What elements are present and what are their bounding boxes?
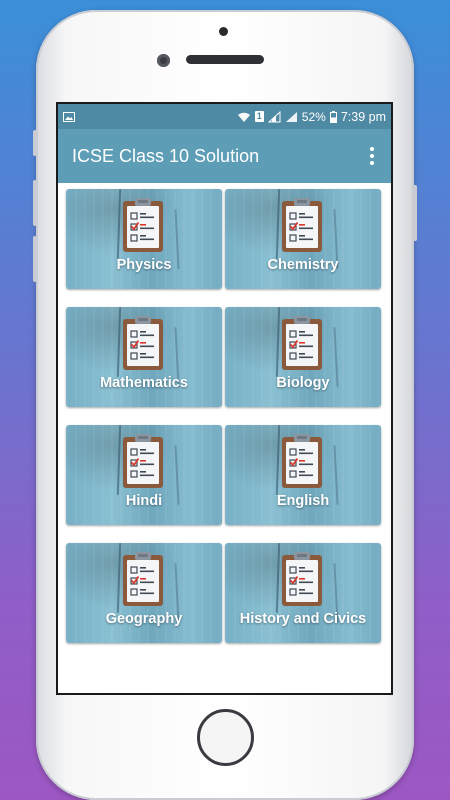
- signal-icon: [267, 110, 281, 122]
- subject-label: Biology: [276, 375, 330, 391]
- home-button[interactable]: [197, 709, 254, 766]
- app-title: ICSE Class 10 Solution: [72, 145, 260, 166]
- battery-percent: 52%: [301, 109, 326, 124]
- subject-card-physics[interactable]: Physics: [66, 189, 222, 289]
- clipboard-checklist-icon: [282, 434, 322, 488]
- subject-card-chemistry[interactable]: Chemistry: [225, 189, 381, 289]
- earpiece-speaker: [186, 55, 264, 64]
- clipboard-checklist-icon: [123, 316, 163, 370]
- sim-badge: 1: [254, 111, 264, 122]
- subject-label: Mathematics: [100, 375, 188, 391]
- subject-card-hindi[interactable]: Hindi: [66, 425, 222, 525]
- subject-card-history-and-civics[interactable]: History and Civics: [225, 543, 381, 643]
- clipboard-checklist-icon: [282, 552, 322, 606]
- subject-label: Geography: [105, 611, 183, 627]
- status-time: 7:39 pm: [340, 109, 386, 124]
- clipboard-checklist-icon: [123, 552, 163, 606]
- subject-label: Physics: [116, 257, 172, 273]
- signal-icon-2: [285, 111, 297, 122]
- subject-label: English: [276, 493, 330, 509]
- subject-label: Hindi: [125, 493, 163, 509]
- power-button: [413, 185, 417, 241]
- status-bar: 1 52% 7:39 pm: [58, 104, 391, 129]
- clipboard-checklist-icon: [282, 198, 322, 252]
- clipboard-checklist-icon: [282, 316, 322, 370]
- subject-card-english[interactable]: English: [225, 425, 381, 525]
- subject-label: History and Civics: [239, 611, 367, 627]
- subject-label: Chemistry: [267, 257, 339, 273]
- subject-list: Physics Chemistry Mathematics Biology Hi…: [58, 183, 391, 693]
- overflow-menu-icon[interactable]: [363, 144, 381, 168]
- volume-up-button: [33, 180, 37, 226]
- subject-card-biology[interactable]: Biology: [225, 307, 381, 407]
- subject-card-mathematics[interactable]: Mathematics: [66, 307, 222, 407]
- app-bar: ICSE Class 10 Solution: [58, 129, 391, 183]
- gallery-notification-icon: [63, 111, 75, 122]
- clipboard-checklist-icon: [123, 434, 163, 488]
- volume-down-button: [33, 236, 37, 282]
- clipboard-checklist-icon: [123, 198, 163, 252]
- phone-screen: 1 52% 7:39 pm ICSE Class 10 Solution Phy…: [56, 102, 393, 695]
- battery-icon: [329, 110, 337, 123]
- mute-switch: [33, 130, 37, 156]
- subject-card-geography[interactable]: Geography: [66, 543, 222, 643]
- subject-grid: Physics Chemistry Mathematics Biology Hi…: [66, 189, 385, 643]
- wifi-icon: [237, 112, 250, 122]
- front-camera: [157, 54, 170, 67]
- proximity-sensor: [219, 27, 228, 36]
